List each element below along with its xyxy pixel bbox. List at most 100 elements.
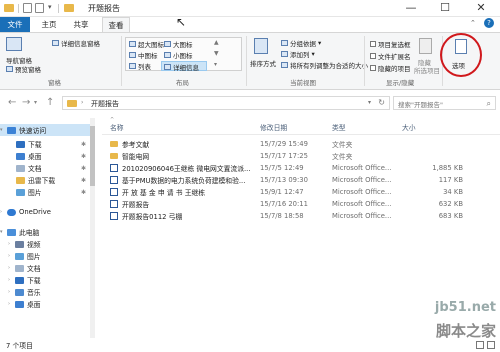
details-pane-label: 详细信息窗格 (61, 39, 100, 48)
nav-item-documents[interactable]: 文档 ✱ (0, 162, 90, 174)
tab-view[interactable]: 查看 (102, 17, 130, 32)
address-bar: ← → ▾ ↑ › 开题报告 ▾ ↻ 搜索"开题报告" ⌕ (0, 92, 500, 114)
nav-item-downloads-pc[interactable]: › 下载 (0, 274, 90, 286)
nav-item-this-pc[interactable]: ▾ 此电脑 (0, 226, 90, 238)
forward-arrow-icon[interactable]: → (22, 97, 30, 108)
tab-file[interactable]: 文件 (0, 17, 30, 32)
file-row[interactable]: 智能电网 15/7/17 17:25 文件夹 (106, 150, 496, 161)
back-arrow-icon[interactable]: ← (8, 97, 16, 108)
layout-list[interactable]: 列表 (129, 61, 151, 71)
layout-small-icons[interactable]: 小图标 (164, 50, 193, 60)
collapse-arrow-icon[interactable]: ▾ (0, 229, 7, 235)
checkbox-icon (370, 40, 376, 47)
pin-icon[interactable]: ✱ (81, 189, 86, 196)
breadcrumb-current[interactable]: 开题报告 (91, 99, 119, 109)
nav-item-downloads[interactable]: 下载 ✱ (0, 138, 90, 150)
pictures-icon (15, 252, 24, 260)
nav-item-label: 迅雷下载 (28, 177, 56, 185)
layout-medium-icons[interactable]: 中图标 (129, 50, 158, 60)
file-extensions-label: 文件扩展名 (378, 52, 411, 61)
expand-arrow-icon[interactable]: › (8, 253, 15, 259)
item-checkbox-toggle[interactable]: 项目复选框 (370, 39, 411, 49)
quick-access-dropdown-icon[interactable]: ▾ (48, 3, 52, 11)
gallery-scroll-up-icon[interactable]: ▲ (214, 39, 219, 46)
address-field[interactable]: › 开题报告 ▾ ↻ (62, 96, 390, 110)
column-header-size[interactable]: 大小 (402, 122, 416, 132)
nav-pane-icon[interactable] (6, 37, 22, 51)
file-row[interactable]: 开题报告 15/7/16 20:11 Microsoft Office... 6… (106, 198, 496, 209)
refresh-icon[interactable]: ↻ (378, 98, 385, 107)
column-header-date[interactable]: 修改日期 (260, 122, 287, 132)
address-dropdown-icon[interactable]: ▾ (368, 99, 371, 106)
properties-icon[interactable] (23, 3, 32, 13)
new-folder-icon[interactable] (35, 3, 44, 13)
file-row[interactable]: 参考文献 15/7/29 15:49 文件夹 (106, 138, 496, 149)
layout-extra-large-icons[interactable]: 超大图标 (129, 39, 164, 49)
sort-by-icon[interactable] (254, 38, 268, 54)
gallery-more-icon[interactable]: ▾ (214, 61, 217, 68)
preview-pane-button[interactable]: 预览窗格 (6, 64, 41, 74)
expand-arrow-icon[interactable]: › (8, 289, 15, 295)
gallery-scroll-down-icon[interactable]: ▼ (214, 50, 219, 57)
fit-columns-button[interactable]: 将所有列调整为合适的大小 (281, 60, 368, 70)
close-button[interactable]: ✕ (466, 0, 496, 16)
layout-details[interactable]: 详细信息 (164, 62, 199, 72)
column-header-type[interactable]: 类型 (332, 122, 346, 132)
group-label-layout: 布局 (176, 79, 189, 87)
hidden-items-toggle[interactable]: 隐藏的项目 (370, 63, 411, 73)
nav-item-documents-pc[interactable]: › 文档 (0, 262, 90, 274)
maximize-button[interactable]: ☐ (430, 0, 460, 16)
nav-item-pictures[interactable]: 图片 ✱ (0, 186, 90, 198)
layout-large-icons[interactable]: 大图标 (164, 39, 193, 49)
pin-icon[interactable]: ✱ (81, 165, 86, 172)
recent-locations-icon[interactable]: ▾ (34, 99, 37, 106)
nav-item-label: 图片 (27, 253, 41, 261)
file-extensions-toggle[interactable]: 文件扩展名 (370, 51, 411, 61)
nav-item-xunlei[interactable]: 迅雷下载 ✱ (0, 174, 90, 186)
collapse-ribbon-icon[interactable]: ⌃ (470, 19, 476, 27)
expand-arrow-icon[interactable]: › (8, 241, 15, 247)
fit-columns-label: 将所有列调整为合适的大小 (290, 61, 368, 70)
file-type: Microsoft Office... (332, 199, 392, 208)
collapse-arrow-icon[interactable]: ▾ (0, 127, 7, 133)
download-icon (16, 140, 25, 148)
details-pane-button[interactable]: 详细信息窗格 (52, 38, 100, 48)
nav-item-videos[interactable]: › 视频 (0, 238, 90, 250)
nav-scrollbar-thumb[interactable] (90, 126, 95, 186)
pin-icon[interactable]: ✱ (81, 153, 86, 160)
column-header-name[interactable]: 名称 (110, 122, 124, 132)
pin-icon[interactable]: ✱ (81, 177, 86, 184)
tab-home[interactable]: 主页 (36, 17, 62, 32)
large-icons-icon (164, 40, 171, 47)
hide-selected-icon[interactable] (419, 38, 432, 54)
add-column-button[interactable]: 添加列 ▾ (281, 49, 315, 59)
nav-item-quick-access[interactable]: ▾ 快速访问 (0, 124, 90, 136)
nav-item-pictures-pc[interactable]: › 图片 (0, 250, 90, 262)
expand-arrow-icon[interactable]: › (0, 209, 7, 215)
tab-share[interactable]: 共享 (68, 17, 94, 32)
pin-icon[interactable]: ✱ (81, 141, 86, 148)
nav-scrollbar[interactable] (90, 118, 95, 338)
sort-by-button[interactable]: 排序方式 (250, 58, 276, 68)
expand-arrow-icon[interactable]: › (8, 277, 15, 283)
file-row[interactable]: 基于PMU数据的电力系统负荷建模和验... 15/7/13 09:30 Micr… (106, 174, 496, 185)
layout-label: 超大图标 (138, 40, 164, 49)
nav-item-onedrive[interactable]: › OneDrive (0, 206, 90, 218)
breadcrumb-chevron-icon[interactable]: › (81, 99, 83, 106)
nav-item-desktop[interactable]: 桌面 ✱ (0, 150, 90, 162)
expand-arrow-icon[interactable]: › (8, 301, 15, 307)
nav-item-desktop-pc[interactable]: › 桌面 (0, 298, 90, 310)
hide-selected-label-2[interactable]: 所选项目 (414, 65, 440, 75)
up-arrow-icon[interactable]: ↑ (46, 97, 54, 108)
minimize-button[interactable]: — (396, 0, 426, 16)
group-by-button[interactable]: 分组依据 ▾ (281, 38, 321, 48)
help-icon[interactable]: ? (484, 18, 494, 28)
nav-item-music[interactable]: › 音乐 (0, 286, 90, 298)
search-box[interactable]: 搜索"开题报告" ⌕ (393, 96, 496, 110)
group-by-icon (281, 39, 288, 46)
file-row[interactable]: 开题报告0112 弓棚 15/7/8 18:58 Microsoft Offic… (106, 210, 496, 221)
file-row[interactable]: 201020906046王继栋 微电网文置流派... 15/7/5 12:49 … (106, 162, 496, 173)
desktop-icon (16, 152, 25, 160)
expand-arrow-icon[interactable]: › (8, 265, 15, 271)
file-row[interactable]: 开 放 基 金 申 请 书 王继栋 15/9/1 12:47 Microsoft… (106, 186, 496, 197)
